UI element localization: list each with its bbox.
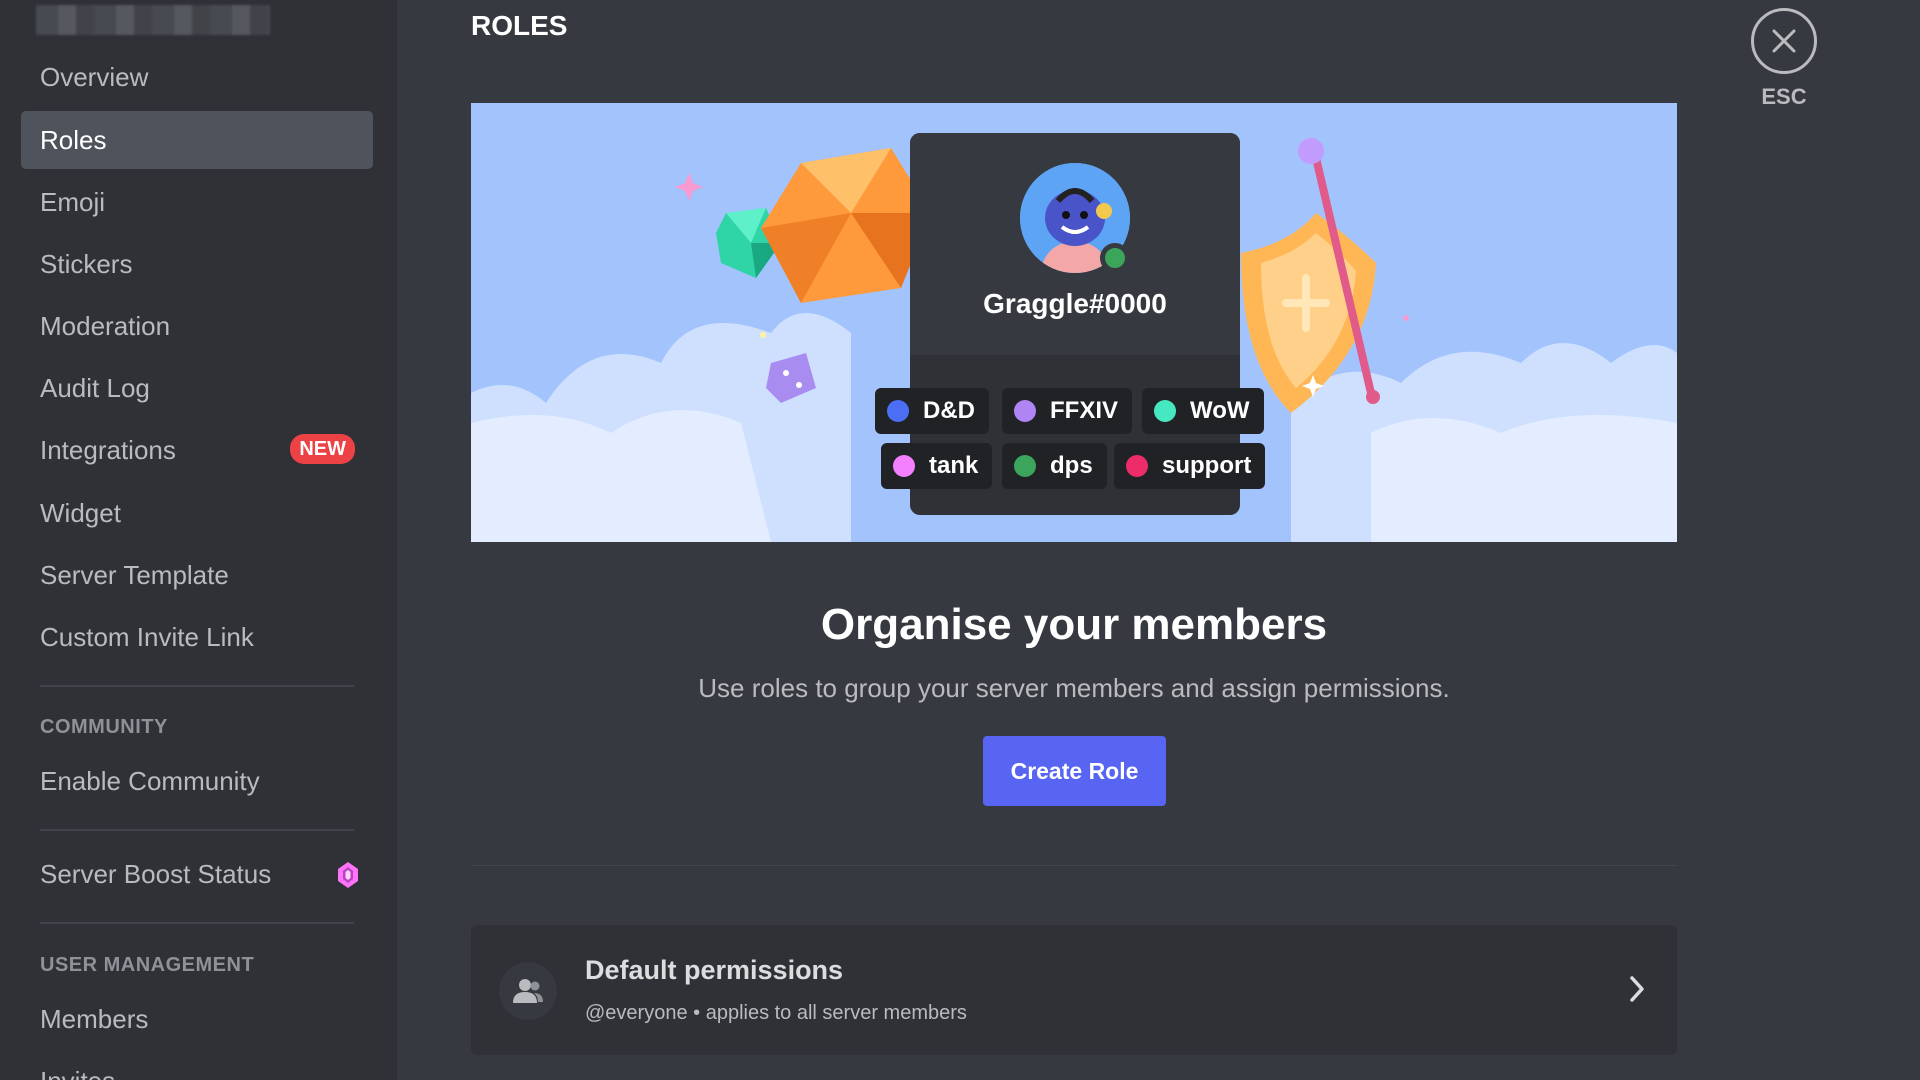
sidebar-item-label: Audit Log [40,372,150,403]
sidebar-item-label: Invites [40,1066,115,1080]
sidebar-item-enable-community[interactable]: Enable Community [21,752,373,810]
create-role-button[interactable]: Create Role [983,736,1166,806]
chevron-right-icon [1630,976,1644,1002]
online-status-indicator [1100,243,1130,273]
sidebar-item-label: Moderation [40,310,171,341]
sidebar-item-overview[interactable]: Overview [21,48,373,106]
esc-label: ESC [1761,84,1807,109]
empty-state-description: Use roles to group your server members a… [698,673,1450,703]
sidebar-item-audit-log[interactable]: Audit Log [21,359,373,417]
role-pill: WoW [1142,388,1264,434]
default-permissions-title: Default permissions [585,955,844,985]
role-color-dot [887,400,909,422]
sidebar-divider [40,829,354,831]
default-permissions-subtitle: @everyone • applies to all server member… [585,1002,967,1024]
empty-state-headline: Organise your members [820,600,1328,649]
close-button[interactable] [1751,8,1817,74]
role-pill: dps [1002,443,1107,489]
close-icon [1772,29,1796,53]
server-name-redacted [36,5,270,35]
settings-sidebar: Overview Roles Emoji Stickers Moderation… [0,0,397,1080]
sidebar-item-widget[interactable]: Widget [21,484,373,542]
sidebar-item-label: Members [40,1003,149,1034]
sidebar-item-emoji[interactable]: Emoji [21,173,373,231]
sidebar-item-roles[interactable]: Roles [21,111,373,169]
role-name: tank [929,452,979,479]
perm-icon-wrap [499,962,557,1020]
new-badge: NEW [290,434,355,464]
boost-gem-icon [338,862,358,888]
sidebar-item-stickers[interactable]: Stickers [21,235,373,293]
sidebar-item-label: Server Template [40,559,229,590]
role-color-dot [1014,400,1036,422]
roles-content: ROLES ESC Graggle#0000 D&D FFXIV WoW tan… [397,0,1920,1080]
sidebar-divider [40,685,354,687]
role-color-dot [1154,400,1176,422]
sidebar-item-label: Widget [40,497,121,528]
sidebar-item-invites[interactable]: Invites [21,1052,373,1080]
sidebar-item-label: Overview [40,61,149,92]
sidebar-item-label: Integrations [40,434,176,465]
sidebar-item-label: Enable Community [40,765,260,796]
sidebar-item-label: Emoji [40,186,106,217]
sidebar-item-server-boost-status[interactable]: Server Boost Status [21,845,373,903]
role-color-dot [1014,455,1036,477]
sidebar-item-label: Roles [40,124,107,155]
sidebar-divider [40,922,354,924]
section-header-user-management: USER MANAGEMENT [40,954,255,976]
roles-hero-illustration: Graggle#0000 D&D FFXIV WoW tank dps supp… [471,103,1677,542]
role-name: dps [1050,452,1093,479]
role-name: support [1162,452,1252,479]
default-permissions-card[interactable]: Default permissions @everyone • applies … [471,925,1677,1055]
role-pill: FFXIV [1002,388,1133,434]
sidebar-item-label: Server Boost Status [40,858,272,889]
role-name: WoW [1190,397,1250,424]
profile-card: Graggle#0000 D&D FFXIV WoW tank dps supp… [875,133,1266,515]
members-icon [513,979,543,1003]
sidebar-item-custom-invite-link[interactable]: Custom Invite Link [21,608,373,666]
role-pill: tank [881,443,993,489]
content-divider [471,865,1677,866]
sidebar-item-server-template[interactable]: Server Template [21,546,373,604]
username: Graggle#0000 [983,288,1167,319]
role-name: FFXIV [1050,397,1119,424]
sidebar-item-moderation[interactable]: Moderation [21,297,373,355]
orange-dice-icon [761,148,931,303]
sidebar-item-members[interactable]: Members [21,990,373,1048]
role-color-dot [1126,455,1148,477]
page-title: ROLES [471,10,568,41]
role-color-dot [893,455,915,477]
role-pill: D&D [875,388,989,434]
sidebar-item-integrations[interactable]: Integrations NEW [21,421,373,479]
role-pill: support [1114,443,1266,489]
section-header-community: COMMUNITY [40,716,168,738]
close-settings[interactable]: ESC [1751,8,1817,110]
sidebar-item-label: Custom Invite Link [40,621,254,652]
role-name: D&D [923,397,975,424]
sidebar-item-label: Stickers [40,248,133,279]
